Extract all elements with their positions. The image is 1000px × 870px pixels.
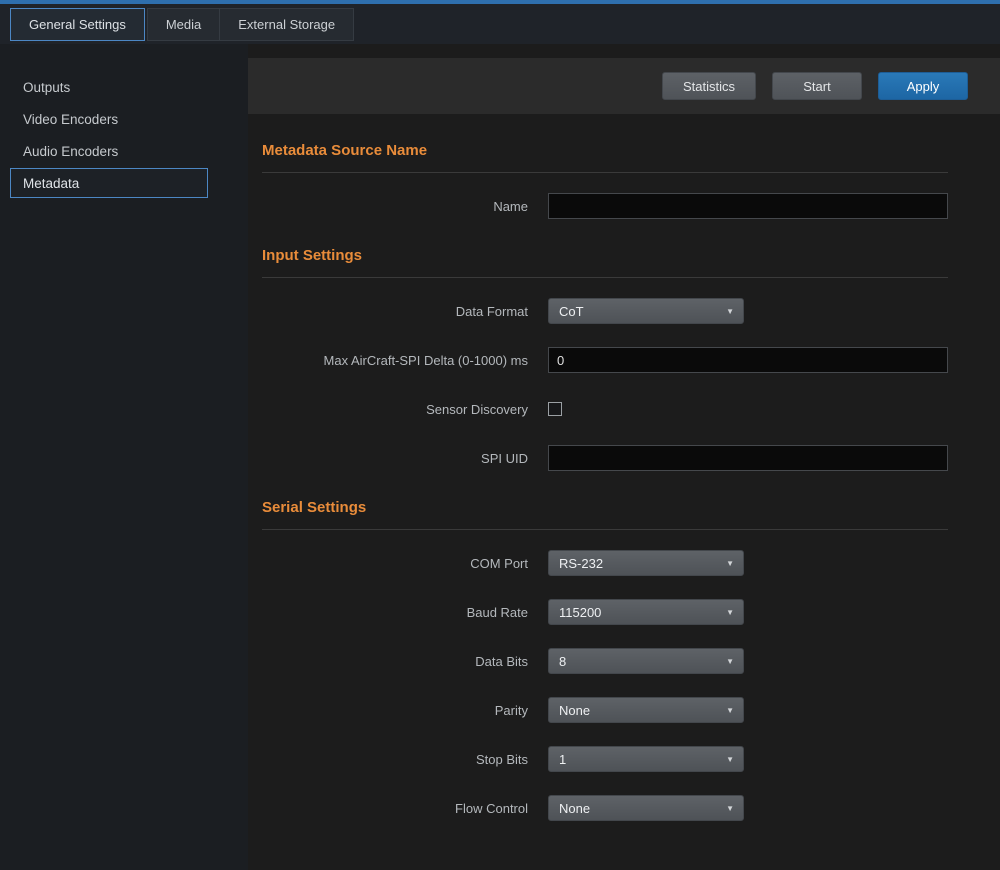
start-button[interactable]: Start <box>772 72 862 100</box>
top-navigation-bar: General Settings Media External Storage <box>0 0 1000 44</box>
com-port-value: RS-232 <box>559 556 603 571</box>
section-title-input-settings: Input Settings <box>262 247 948 264</box>
sensor-discovery-label: Sensor Discovery <box>262 402 528 417</box>
parity-value: None <box>559 703 590 718</box>
data-format-row: Data Format CoT ▼ <box>262 298 948 324</box>
chevron-down-icon: ▼ <box>726 657 734 666</box>
chevron-down-icon: ▼ <box>726 755 734 764</box>
com-port-label: COM Port <box>262 556 528 571</box>
data-bits-dropdown[interactable]: 8 ▼ <box>548 648 744 674</box>
data-format-dropdown[interactable]: CoT ▼ <box>548 298 744 324</box>
name-input[interactable] <box>548 193 948 219</box>
flow-control-row: Flow Control None ▼ <box>262 795 948 821</box>
stop-bits-dropdown[interactable]: 1 ▼ <box>548 746 744 772</box>
chevron-down-icon: ▼ <box>726 804 734 813</box>
main-content: Statistics Start Apply Metadata Source N… <box>248 44 1000 870</box>
tab-external-storage[interactable]: External Storage <box>219 9 353 40</box>
name-label: Name <box>262 199 528 214</box>
data-format-value: CoT <box>559 304 584 319</box>
tab-general-settings[interactable]: General Settings <box>10 8 145 41</box>
chevron-down-icon: ▼ <box>726 608 734 617</box>
section-title-metadata-source-name: Metadata Source Name <box>262 142 948 159</box>
statistics-button[interactable]: Statistics <box>662 72 756 100</box>
section-divider <box>262 277 948 278</box>
flow-control-value: None <box>559 801 590 816</box>
sidebar-item-outputs[interactable]: Outputs <box>10 72 208 102</box>
sidebar-item-audio-encoders[interactable]: Audio Encoders <box>10 136 208 166</box>
parity-dropdown[interactable]: None ▼ <box>548 697 744 723</box>
stop-bits-row: Stop Bits 1 ▼ <box>262 746 948 772</box>
sidebar: Outputs Video Encoders Audio Encoders Me… <box>0 44 248 870</box>
aircraft-spi-delta-row: Max AirCraft-SPI Delta (0-1000) ms <box>262 347 948 373</box>
chevron-down-icon: ▼ <box>726 307 734 316</box>
section-divider <box>262 172 948 173</box>
data-bits-row: Data Bits 8 ▼ <box>262 648 948 674</box>
sidebar-item-video-encoders[interactable]: Video Encoders <box>10 104 208 134</box>
section-divider <box>262 529 948 530</box>
top-tab-group: Media External Storage <box>147 8 354 41</box>
apply-button[interactable]: Apply <box>878 72 968 100</box>
com-port-row: COM Port RS-232 ▼ <box>262 550 948 576</box>
stop-bits-value: 1 <box>559 752 566 767</box>
top-tabs: General Settings Media External Storage <box>10 8 354 41</box>
sensor-discovery-checkbox[interactable] <box>548 402 562 416</box>
baud-rate-label: Baud Rate <box>262 605 528 620</box>
aircraft-spi-delta-label: Max AirCraft-SPI Delta (0-1000) ms <box>262 353 528 368</box>
data-bits-value: 8 <box>559 654 566 669</box>
flow-control-label: Flow Control <box>262 801 528 816</box>
spi-uid-input[interactable] <box>548 445 948 471</box>
data-bits-label: Data Bits <box>262 654 528 669</box>
action-toolbar: Statistics Start Apply <box>248 58 1000 114</box>
parity-label: Parity <box>262 703 528 718</box>
sensor-discovery-row: Sensor Discovery <box>262 396 948 422</box>
baud-rate-value: 115200 <box>559 605 601 620</box>
baud-rate-row: Baud Rate 115200 ▼ <box>262 599 948 625</box>
name-row: Name <box>262 193 948 219</box>
spi-uid-row: SPI UID <box>262 445 948 471</box>
chevron-down-icon: ▼ <box>726 559 734 568</box>
spi-uid-label: SPI UID <box>262 451 528 466</box>
chevron-down-icon: ▼ <box>726 706 734 715</box>
tab-media[interactable]: Media <box>148 9 219 40</box>
stop-bits-label: Stop Bits <box>262 752 528 767</box>
data-format-label: Data Format <box>262 304 528 319</box>
flow-control-dropdown[interactable]: None ▼ <box>548 795 744 821</box>
section-title-serial-settings: Serial Settings <box>262 499 948 516</box>
baud-rate-dropdown[interactable]: 115200 ▼ <box>548 599 744 625</box>
aircraft-spi-delta-input[interactable] <box>548 347 948 373</box>
sidebar-item-metadata[interactable]: Metadata <box>10 168 208 198</box>
com-port-dropdown[interactable]: RS-232 ▼ <box>548 550 744 576</box>
parity-row: Parity None ▼ <box>262 697 948 723</box>
